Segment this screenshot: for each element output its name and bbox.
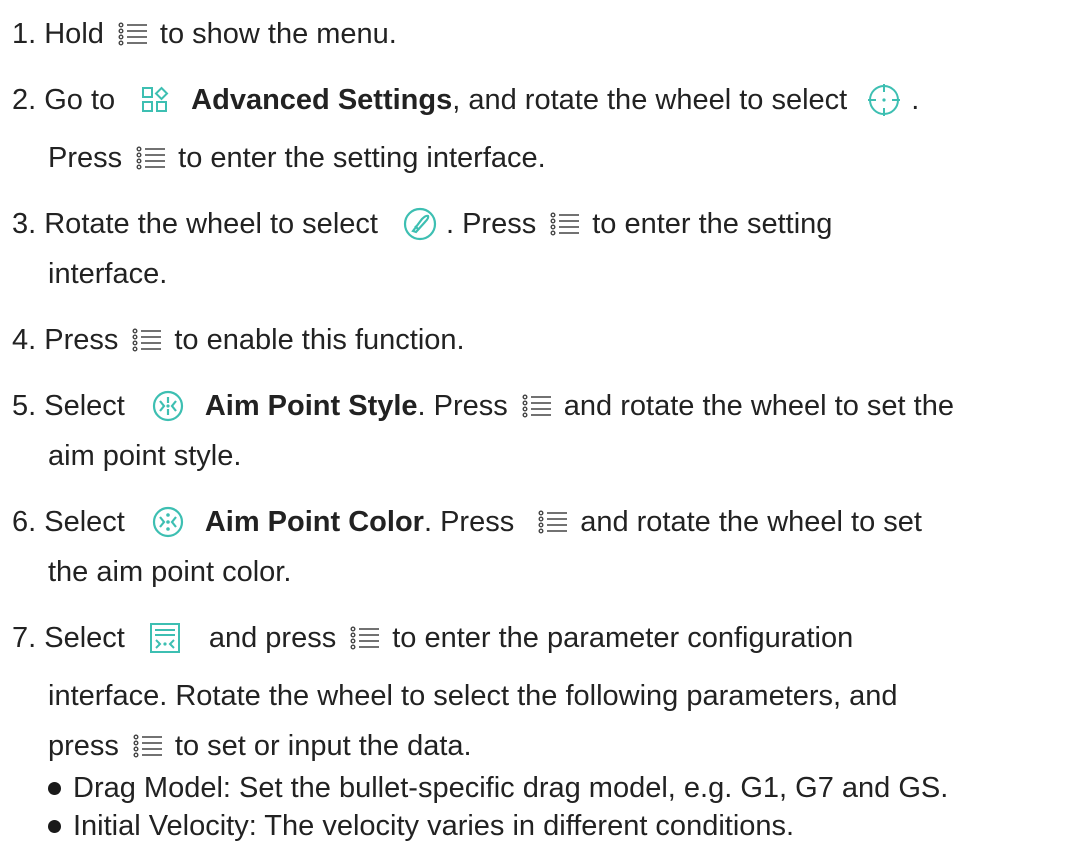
step-3: 3. Rotate the wheel to select . Press to… (12, 206, 832, 242)
step-3-line2: interface. (48, 258, 168, 290)
step-7-prefix: 7. Select (12, 622, 125, 654)
step-4-suffix: to enable this function. (174, 324, 465, 356)
step-1-prefix: 1. Hold (12, 18, 104, 50)
aim-point-style-icon (151, 389, 185, 423)
step-4: 4. Press to enable this function. (12, 322, 465, 358)
step-2-line-2: Press to enter the setting interface. (48, 140, 546, 176)
step-3-suffix: to enter the setting (592, 208, 833, 240)
menu-list-icon (522, 394, 552, 418)
step-7-suffix: to enter the parameter configuration (392, 622, 854, 654)
bullet-dot (48, 781, 61, 795)
step-5-bold: Aim Point Style (204, 390, 418, 422)
bullet-text: Drag Model: Set the bullet-specific drag… (73, 772, 949, 804)
step-7: 7. Select and press to enter the paramet… (12, 620, 853, 656)
ballistic-bullet-icon (402, 206, 438, 242)
step-2-line2-prefix: Press (48, 142, 123, 174)
list-item: Drag Model: Set the bullet-specific drag… (48, 770, 948, 806)
step-1-suffix: to show the menu. (159, 18, 397, 50)
menu-list-icon (350, 626, 380, 650)
step-5-line2: aim point style. (48, 440, 242, 472)
step-5: 5. Select Aim Point Style . Press and ro… (12, 388, 954, 424)
step-2-end: . (911, 84, 920, 116)
step-2-prefix: 2. Go to (12, 84, 116, 116)
step-6-prefix: 6. Select (12, 506, 125, 538)
step-6-middle: . Press (423, 506, 515, 538)
step-5-suffix: and rotate the wheel to set the (563, 390, 954, 422)
step-6: 6. Select Aim Point Color . Press and ro… (12, 504, 922, 540)
step-3-middle: . Press (445, 208, 537, 240)
list-item: Initial Velocity: The velocity varies in… (48, 808, 794, 844)
step-7-line-2: interface. Rotate the wheel to select th… (48, 678, 898, 714)
step-3-prefix: 3. Rotate the wheel to select (12, 208, 378, 240)
advanced-settings-icon (141, 86, 169, 114)
menu-list-icon (538, 510, 568, 534)
step-6-line2: the aim point color. (48, 556, 292, 588)
step-2: 2. Go to Advanced Settings , and rotate … (12, 82, 919, 118)
step-7-line-3: press to set or input the data. (48, 728, 472, 764)
step-5-line-2: aim point style. (48, 438, 241, 474)
step-3-line-2: interface. (48, 256, 167, 292)
menu-list-icon (118, 22, 148, 46)
parameter-config-icon (149, 622, 181, 654)
bullet-dot (48, 819, 61, 833)
step-2-line2-suffix: to enter the setting interface. (178, 142, 546, 174)
crosshair-icon (867, 83, 901, 117)
step-6-bold: Aim Point Color (204, 506, 424, 538)
step-2-middle: , and rotate the wheel to select (452, 84, 848, 116)
menu-list-icon (133, 734, 163, 758)
aim-point-color-icon (151, 505, 185, 539)
step-2-bold: Advanced Settings (191, 84, 453, 116)
step-5-middle: . Press (417, 390, 508, 422)
menu-list-icon (132, 328, 162, 352)
menu-list-icon (550, 212, 580, 236)
bullet-text: Initial Velocity: The velocity varies in… (73, 810, 795, 842)
step-7-line3-prefix: press (48, 730, 119, 762)
step-7-line3-suffix: to set or input the data. (174, 730, 472, 762)
step-6-line-2: the aim point color. (48, 554, 291, 590)
step-1: 1. Hold to show the menu. (12, 16, 397, 52)
step-5-prefix: 5. Select (12, 390, 125, 422)
menu-list-icon (136, 146, 166, 170)
step-7-middle: and press (208, 622, 337, 654)
step-4-prefix: 4. Press (12, 324, 119, 356)
step-6-suffix: and rotate the wheel to set (580, 506, 922, 538)
step-7-line2: interface. Rotate the wheel to select th… (48, 680, 898, 712)
